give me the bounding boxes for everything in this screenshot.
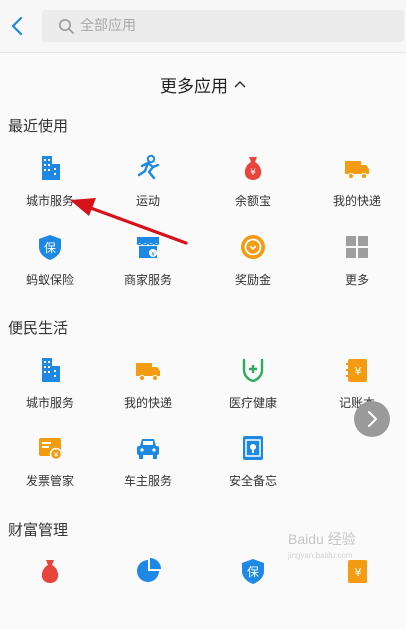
app-label: 医疗健康 <box>228 396 277 410</box>
store-icon: ¥ <box>136 237 160 258</box>
money-bag-icon <box>41 560 59 583</box>
building-icon <box>42 358 60 382</box>
chevron-right-icon <box>368 411 377 427</box>
watermark-text: Baidu 经验 <box>288 531 356 547</box>
app-label: 我的快递 <box>123 396 172 410</box>
app-yuebao[interactable]: ¥ 余额宝 <box>203 154 303 226</box>
app-label: 商家服务 <box>123 273 172 287</box>
shield-icon: 保 <box>242 559 264 584</box>
app-health[interactable]: 医疗健康 <box>203 356 303 428</box>
svg-text:保: 保 <box>247 565 259 579</box>
svg-text:¥: ¥ <box>54 451 59 459</box>
chevron-up-icon <box>234 80 246 88</box>
building-icon <box>42 156 60 180</box>
watermark-sub: jingyan.baidu.com <box>288 551 353 560</box>
section-title-wealth: 财富管理 <box>8 521 69 539</box>
search-input[interactable] <box>80 10 380 42</box>
app-wealth-2[interactable] <box>98 557 198 629</box>
app-invoice-manager[interactable]: ¥ 发票管家 <box>0 434 100 506</box>
app-my-express[interactable]: 我的快递 <box>307 154 406 226</box>
app-label: 城市服务 <box>25 194 74 208</box>
app-sports[interactable]: 运动 <box>98 154 198 226</box>
running-icon <box>137 154 160 180</box>
next-page-button[interactable] <box>354 401 390 437</box>
shield-icon: 保 <box>39 235 61 260</box>
back-button[interactable] <box>6 13 28 39</box>
top-bar <box>0 0 406 52</box>
app-security-memo[interactable]: 安全备忘 <box>203 434 303 506</box>
coin-icon <box>241 235 265 259</box>
app-car-owner[interactable]: 车主服务 <box>98 434 198 506</box>
app-label: 我的快递 <box>332 194 381 208</box>
top-divider <box>0 52 406 53</box>
app-label: 余额宝 <box>234 194 271 208</box>
grid-icon <box>346 236 368 258</box>
more-apps-toggle[interactable]: 更多应用 <box>0 70 406 98</box>
app-label: 更多 <box>344 273 369 287</box>
app-ant-insurance[interactable]: 保 蚂蚁保险 <box>0 233 100 305</box>
app-wealth-3[interactable]: 保 <box>203 557 303 629</box>
app-label: 蚂蚁保险 <box>25 273 74 287</box>
truck-icon <box>136 363 160 382</box>
medical-shield-icon <box>242 358 264 383</box>
app-city-services[interactable]: 城市服务 <box>0 154 100 226</box>
svg-text:保: 保 <box>44 241 56 255</box>
svg-text:¥: ¥ <box>250 168 256 178</box>
section-title-recent: 最近使用 <box>8 117 69 135</box>
svg-text:¥: ¥ <box>355 365 362 378</box>
search-box[interactable] <box>42 10 404 42</box>
app-wealth-4[interactable]: ¥ <box>307 557 406 629</box>
chevron-left-icon <box>11 16 23 36</box>
baidu-watermark: Baidu 经验 jingyan.baidu.com <box>288 531 356 560</box>
app-more[interactable]: 更多 <box>307 233 406 305</box>
app-my-express-2[interactable]: 我的快递 <box>98 356 198 428</box>
app-label: 运动 <box>135 194 160 208</box>
more-apps-label: 更多应用 <box>160 76 228 97</box>
section-title-convenience: 便民生活 <box>8 319 69 337</box>
pie-chart-icon <box>137 558 161 582</box>
svg-text:¥: ¥ <box>355 566 362 579</box>
svg-text:¥: ¥ <box>151 251 155 258</box>
safe-icon <box>243 436 263 460</box>
search-icon <box>59 19 74 34</box>
app-label: 安全备忘 <box>228 474 277 488</box>
app-label: 发票管家 <box>25 474 74 488</box>
money-bag-icon: ¥ <box>244 157 262 180</box>
app-city-services-2[interactable]: 城市服务 <box>0 356 100 428</box>
app-label: 奖励金 <box>234 273 271 287</box>
app-label: 城市服务 <box>25 396 74 410</box>
app-label: 车主服务 <box>123 474 172 488</box>
app-merchant-services[interactable]: ¥ 商家服务 <box>98 233 198 305</box>
truck-icon <box>345 161 369 180</box>
app-reward-gold[interactable]: 奖励金 <box>203 233 303 305</box>
invoice-icon: ¥ <box>39 438 63 461</box>
car-icon <box>137 439 159 459</box>
ledger-icon: ¥ <box>346 359 367 382</box>
app-wealth-1[interactable] <box>0 557 100 629</box>
